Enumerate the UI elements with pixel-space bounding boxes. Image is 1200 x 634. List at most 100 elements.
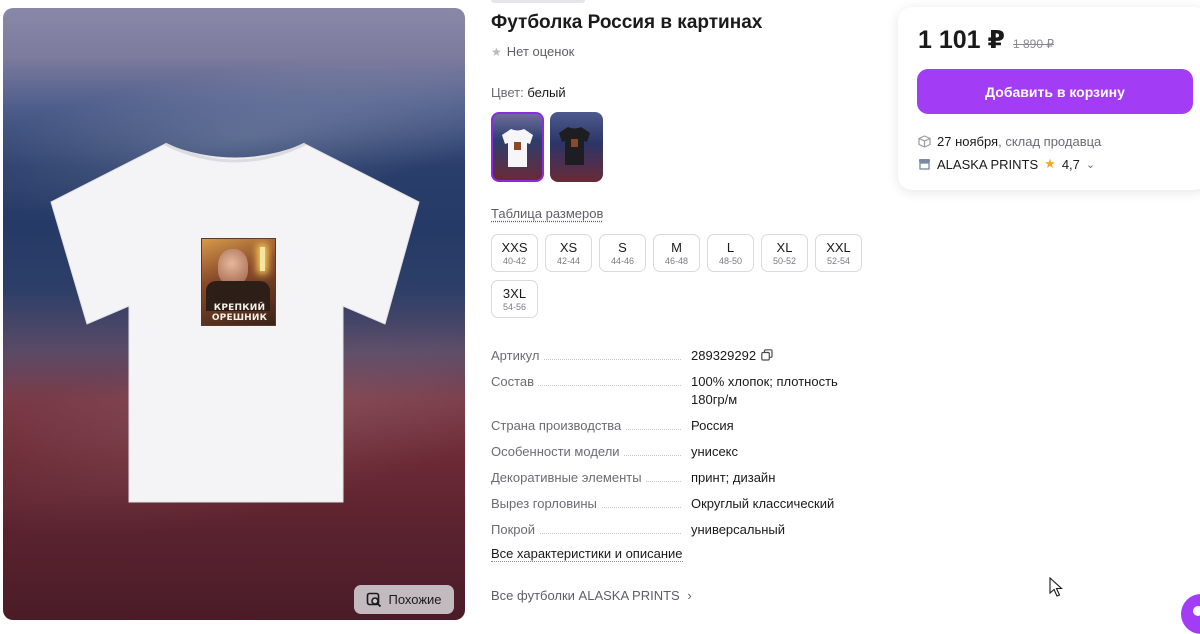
all-specs-link[interactable]: Все характеристики и описание	[491, 546, 683, 562]
size-range: 52-54	[826, 255, 851, 266]
color-selected: белый	[527, 85, 566, 100]
size-range: 44-46	[610, 255, 635, 266]
size-range: 48-50	[718, 255, 743, 266]
white-tee-thumbnail	[502, 129, 533, 167]
copy-icon[interactable]	[761, 349, 773, 361]
size-range: 42-44	[556, 255, 581, 266]
spec-key-wrap: Покрой	[491, 521, 691, 539]
spec-value: универсальный	[691, 522, 786, 537]
spec-key-wrap: Артикул	[491, 347, 691, 365]
delivery-info: 27 ноября, склад продавца	[918, 134, 1101, 149]
size-label: L	[726, 239, 735, 255]
print-candle	[260, 247, 265, 271]
size-range: 54-56	[502, 301, 527, 312]
spec-key-wrap: Вырез горловины	[491, 495, 691, 513]
seller-info[interactable]: ALASKA PRINTS ★ 4,7 ⌄	[918, 156, 1095, 172]
seller-name: ALASKA PRINTS	[937, 156, 1039, 172]
image-search-icon	[367, 592, 382, 607]
print-caption: КРЕПКИЙ ОРЕШНИК	[204, 303, 275, 323]
spec-row: Покрой универсальный	[491, 521, 861, 539]
delivery-source: , склад продавца	[998, 134, 1102, 149]
current-price: 1 101 ₽	[918, 26, 1005, 54]
spec-row: Особенности модели унисекс	[491, 443, 861, 461]
spec-row: Артикул 289329292	[491, 347, 861, 365]
specs-list: Артикул 289329292 Состав 100% хлопок; пл…	[491, 347, 861, 547]
old-price: 1 890 ₽	[1013, 37, 1054, 51]
size-label: XXS	[501, 239, 528, 255]
spec-key: Артикул	[491, 348, 544, 363]
size-range: 40-42	[502, 255, 527, 266]
spec-key-wrap: Состав	[491, 373, 691, 409]
spec-value: 100% хлопок; плотность 180гр/м	[691, 374, 838, 407]
product-image[interactable]: КРЕПКИЙ ОРЕШНИК	[3, 8, 465, 620]
size-label: S	[618, 239, 627, 255]
top-tab-indicator	[491, 0, 585, 3]
spec-value-wrap: 289329292	[691, 347, 861, 365]
size-option[interactable]: 3XL 54-56	[491, 280, 538, 318]
print-caption-line1: КРЕПКИЙ	[213, 303, 266, 313]
spec-key: Состав	[491, 374, 539, 389]
color-label-key: Цвет:	[491, 85, 524, 100]
size-table-link[interactable]: Таблица размеров	[491, 206, 603, 221]
size-label: XS	[559, 239, 578, 255]
spec-row: Состав 100% хлопок; плотность 180гр/м	[491, 373, 861, 409]
shop-icon	[919, 159, 930, 170]
print-face	[218, 249, 248, 285]
spec-row: Декоративные элементы принт; дизайн	[491, 469, 861, 487]
spec-value: Округлый классический	[691, 496, 835, 511]
seller-rating: 4,7	[1061, 156, 1080, 172]
size-range: 46-48	[664, 255, 689, 266]
spec-row: Вырез горловины Округлый классический	[491, 495, 861, 513]
color-label: Цвет: белый	[491, 85, 566, 100]
add-to-cart-button[interactable]: Добавить в корзину	[917, 69, 1193, 114]
mouse-cursor-icon	[1049, 577, 1063, 597]
size-selector: XXS 40-42 XS 42-44 S 44-46 M 46-48 L 48-50 XL…	[491, 234, 871, 318]
color-swatch-black[interactable]	[550, 112, 603, 182]
product-title: Футболка Россия в картинах	[491, 12, 763, 33]
spec-key: Покрой	[491, 522, 539, 537]
black-tee-thumbnail	[559, 127, 590, 165]
chat-button[interactable]	[1181, 594, 1200, 634]
chevron-down-icon: ⌄	[1085, 158, 1096, 171]
rating[interactable]: ★ Нет оценок	[491, 44, 574, 59]
size-label: M	[671, 239, 682, 255]
spec-key-wrap: Особенности модели	[491, 443, 691, 461]
spec-key: Особенности модели	[491, 444, 624, 459]
color-swatch-white[interactable]	[491, 112, 544, 182]
size-range: 50-52	[772, 255, 797, 266]
buy-card: 1 101 ₽ 1 890 ₽ Добавить в корзину 27 но…	[898, 7, 1200, 190]
article-number: 289329292	[691, 348, 757, 363]
star-icon: ★	[1044, 156, 1056, 171]
size-option[interactable]: M 46-48	[653, 234, 700, 272]
size-option[interactable]: XS 42-44	[545, 234, 592, 272]
box-icon	[918, 135, 931, 148]
size-label: XL	[776, 239, 793, 255]
size-option[interactable]: L 48-50	[707, 234, 754, 272]
spec-key-wrap: Страна производства	[491, 417, 691, 435]
similar-button[interactable]: Похожие	[354, 585, 454, 614]
spec-key-wrap: Декоративные элементы	[491, 469, 691, 487]
chevron-right-icon: ›	[687, 588, 692, 603]
spec-key: Вырез горловины	[491, 496, 601, 511]
spec-value: унисекс	[691, 444, 739, 459]
spec-value: Россия	[691, 418, 734, 433]
similar-label: Похожие	[388, 592, 442, 607]
star-icon: ★	[491, 44, 502, 59]
size-option[interactable]: S 44-46	[599, 234, 646, 272]
all-seller-tees-label: Все футболки ALASKA PRINTS	[491, 588, 680, 603]
spec-row: Страна производства Россия	[491, 417, 861, 435]
size-option[interactable]: XXL 52-54	[815, 234, 862, 272]
size-option[interactable]: XL 50-52	[761, 234, 808, 272]
size-label: XXL	[826, 239, 851, 255]
size-option[interactable]: XXS 40-42	[491, 234, 538, 272]
tshirt-print: КРЕПКИЙ ОРЕШНИК	[201, 238, 276, 326]
print-caption-line2: ОРЕШНИК	[211, 313, 268, 323]
chat-icon	[1193, 606, 1200, 616]
spec-value: принт; дизайн	[691, 470, 776, 485]
delivery-date: 27 ноября	[937, 134, 999, 149]
spec-key: Декоративные элементы	[491, 470, 646, 485]
size-label: 3XL	[502, 285, 527, 301]
spec-key: Страна производства	[491, 418, 626, 433]
rating-text: Нет оценок	[506, 44, 575, 59]
all-seller-tees-link[interactable]: Все футболки ALASKA PRINTS ›	[491, 588, 692, 603]
